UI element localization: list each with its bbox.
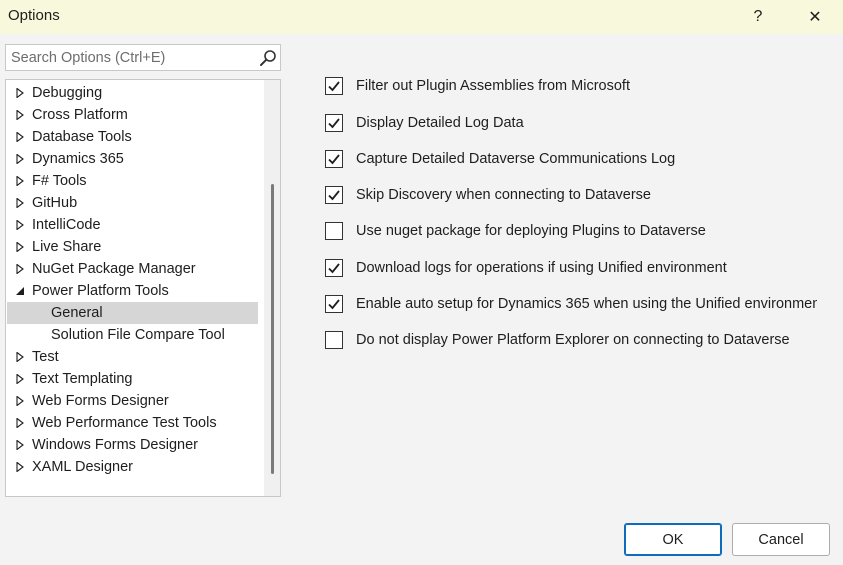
scrollbar-thumb[interactable] [271,184,274,474]
checkmark-icon [328,263,340,274]
checkbox-unchecked[interactable] [325,222,343,240]
option-row[interactable]: Do not display Power Platform Explorer o… [325,330,817,350]
collapsed-arrow-icon[interactable] [15,264,25,274]
option-label: Do not display Power Platform Explorer o… [356,332,790,348]
tree-item-label: Solution File Compare Tool [51,327,225,343]
option-label: Skip Discovery when connecting to Datave… [356,187,651,203]
collapsed-arrow-icon[interactable] [15,198,25,208]
checkbox-unchecked[interactable] [325,331,343,349]
ok-button[interactable]: OK [624,523,722,556]
search-icon[interactable] [259,49,277,67]
tree-item-label: Debugging [32,85,103,101]
tree-item-label: Web Performance Test Tools [32,415,217,431]
tree-item-label: Windows Forms Designer [32,437,198,453]
tree-item-label: Database Tools [32,129,132,145]
checkmark-icon [328,190,340,201]
collapsed-arrow-icon[interactable] [15,396,25,406]
tree-item[interactable]: Text Templating [7,368,258,390]
tree-item-label: General [51,305,103,321]
search-input[interactable] [6,45,254,70]
window-title: Options [8,7,60,24]
option-row[interactable]: Enable auto setup for Dynamics 365 when … [325,294,817,314]
tree-item-label: GitHub [32,195,78,211]
tree-item-label: NuGet Package Manager [32,261,196,277]
option-label: Filter out Plugin Assemblies from Micros… [356,78,630,94]
tree-item-label: Text Templating [32,371,133,387]
collapsed-arrow-icon[interactable] [15,220,25,230]
option-row[interactable]: Skip Discovery when connecting to Datave… [325,185,817,205]
tree-item[interactable]: NuGet Package Manager [7,258,258,280]
tree-item[interactable]: IntelliCode [7,214,258,236]
checkbox-checked[interactable] [325,295,343,313]
collapsed-arrow-icon[interactable] [15,440,25,450]
search-box [5,44,281,71]
checkmark-icon [328,118,340,129]
tree-item[interactable]: Web Forms Designer [7,390,258,412]
option-row[interactable]: Use nuget package for deploying Plugins … [325,221,817,241]
collapsed-arrow-icon[interactable] [15,88,25,98]
checkmark-icon [328,154,340,165]
tree-item[interactable]: XAML Designer [7,456,258,478]
checkbox-checked[interactable] [325,259,343,277]
option-label: Download logs for operations if using Un… [356,260,727,276]
collapsed-arrow-icon[interactable] [15,352,25,362]
option-row[interactable]: Download logs for operations if using Un… [325,258,817,278]
tree-item-label: Power Platform Tools [32,283,169,299]
collapsed-arrow-icon[interactable] [15,132,25,142]
option-label: Use nuget package for deploying Plugins … [356,223,706,239]
tree-item[interactable]: Cross Platform [7,104,258,126]
tree-item[interactable]: Test [7,346,258,368]
tree-item[interactable]: GitHub [7,192,258,214]
tree-item-label: Web Forms Designer [32,393,169,409]
tree-item-label: Live Share [32,239,102,255]
tree-item-label: XAML Designer [32,459,134,475]
tree-item[interactable]: Database Tools [7,126,258,148]
expanded-arrow-icon[interactable] [15,286,25,296]
tree-item[interactable]: General [7,302,258,324]
tree-item[interactable]: Live Share [7,236,258,258]
collapsed-arrow-icon[interactable] [15,418,25,428]
option-label: Enable auto setup for Dynamics 365 when … [356,296,817,312]
collapsed-arrow-icon[interactable] [15,242,25,252]
help-button[interactable]: ? [738,0,778,34]
option-row[interactable]: Display Detailed Log Data [325,113,817,133]
tree-item[interactable]: Windows Forms Designer [7,434,258,456]
tree-item-label: IntelliCode [32,217,101,233]
collapsed-arrow-icon[interactable] [15,154,25,164]
close-button[interactable]: ✕ [795,0,835,34]
option-label: Capture Detailed Dataverse Communication… [356,151,676,167]
tree-item[interactable]: F# Tools [7,170,258,192]
checkbox-checked[interactable] [325,150,343,168]
option-label: Display Detailed Log Data [356,115,524,131]
checkbox-checked[interactable] [325,77,343,95]
checkmark-icon [328,81,340,92]
option-row[interactable]: Capture Detailed Dataverse Communication… [325,149,817,169]
tree-scrollbar[interactable] [264,80,280,496]
tree-item[interactable]: Solution File Compare Tool [7,324,258,346]
tree-item-label: Dynamics 365 [32,151,124,167]
tree-item-label: Test [32,349,59,365]
collapsed-arrow-icon[interactable] [15,110,25,120]
tree-item[interactable]: Power Platform Tools [7,280,258,302]
checkbox-checked[interactable] [325,114,343,132]
tree-item[interactable]: Debugging [7,82,258,104]
tree-item-label: Cross Platform [32,107,128,123]
collapsed-arrow-icon[interactable] [15,176,25,186]
checkmark-icon [328,299,340,310]
collapsed-arrow-icon[interactable] [15,462,25,472]
tree-item-label: F# Tools [32,173,87,189]
cancel-button[interactable]: Cancel [732,523,830,556]
checkbox-checked[interactable] [325,186,343,204]
title-bar: Options ? ✕ [0,0,843,34]
options-tree: Debugging Cross Platform Database Tools Dyn… [5,79,281,497]
tree-item[interactable]: Dynamics 365 [7,148,258,170]
collapsed-arrow-icon[interactable] [15,374,25,384]
option-row[interactable]: Filter out Plugin Assemblies from Micros… [325,76,817,96]
tree-item[interactable]: Web Performance Test Tools [7,412,258,434]
